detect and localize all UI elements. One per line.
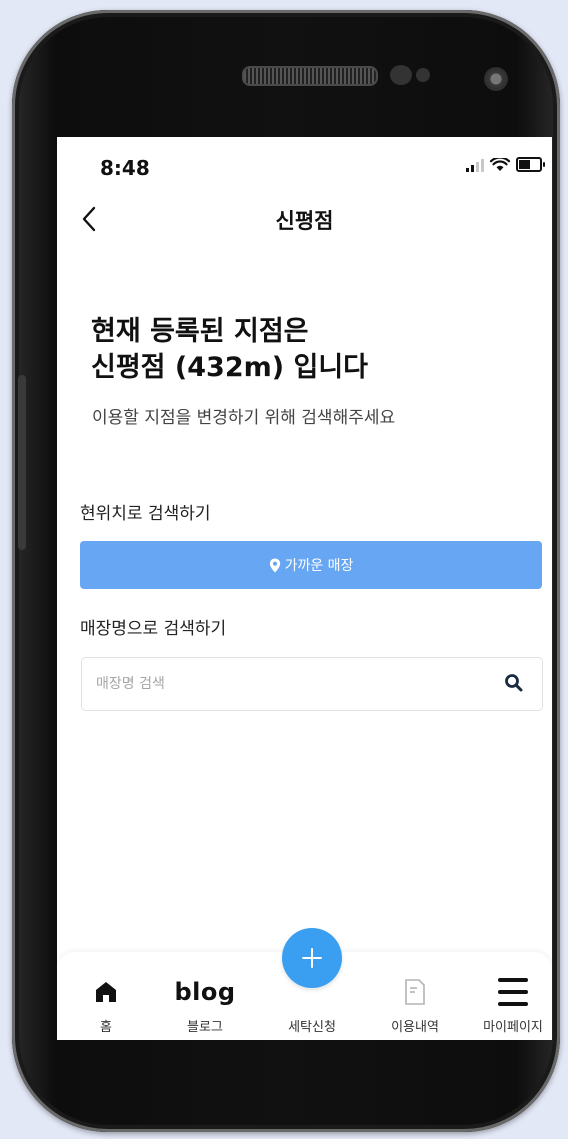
history-document-icon [405,979,425,1005]
branch-headline: 현재 등록된 지점은 신평점 (432m) 입니다 [91,314,368,386]
tab-mypage[interactable]: 마이페이지 [468,952,552,1040]
blog-icon: blog [174,978,236,1006]
phone-sensor [390,65,412,85]
home-icon [96,982,116,1002]
status-icons [466,157,545,172]
tab-laundry-label: 세탁신청 [288,1020,336,1035]
phone-camera [484,67,508,91]
phone-frame: 8:48 신평점 현재 등록된 지점은 신평점 (432m) 입니다 이용할 지… [12,10,560,1132]
phone-speaker [242,66,378,86]
location-pin-icon [269,557,280,573]
app-screen: 8:48 신평점 현재 등록된 지점은 신평점 (432m) 입니다 이용할 지… [57,137,552,1040]
tab-home[interactable]: 홈 [61,952,151,1040]
wifi-icon [490,157,510,171]
headline-line-1: 현재 등록된 지점은 [91,316,309,347]
laundry-request-fab[interactable] [282,928,342,988]
battery-icon [516,157,545,172]
instruction-text: 이용할 지점을 변경하기 위해 검색해주세요 [92,408,396,428]
search-icon [505,674,523,692]
search-button[interactable] [504,673,526,695]
name-search-label: 매장명으로 검색하기 [80,619,227,639]
status-time: 8:48 [100,156,150,180]
plus-icon [302,948,322,968]
tab-history-label: 이용내역 [391,1020,439,1035]
status-bar: 8:48 [57,137,552,197]
signal-icon [466,158,484,172]
nearby-store-label: 가까운 매장 [284,558,354,574]
headline-line-2: 신평점 (432m) 입니다 [91,352,369,383]
tab-history[interactable]: 이용내역 [370,952,460,1040]
tab-blog-label: 블로그 [187,1020,223,1035]
nearby-store-button[interactable]: 가까운 매장 [80,541,542,589]
phone-sensor [416,68,430,82]
tab-home-label: 홈 [100,1020,112,1035]
store-search-box [81,657,543,711]
page-title: 신평점 [275,209,334,233]
nav-header: 신평점 [57,197,552,241]
store-search-input[interactable] [94,658,478,710]
menu-icon [498,972,528,1012]
phone-side-button [18,375,26,550]
tab-blog[interactable]: blog 블로그 [160,952,250,1040]
tab-mypage-label: 마이페이지 [483,1020,543,1035]
location-search-label: 현위치로 검색하기 [80,504,211,524]
